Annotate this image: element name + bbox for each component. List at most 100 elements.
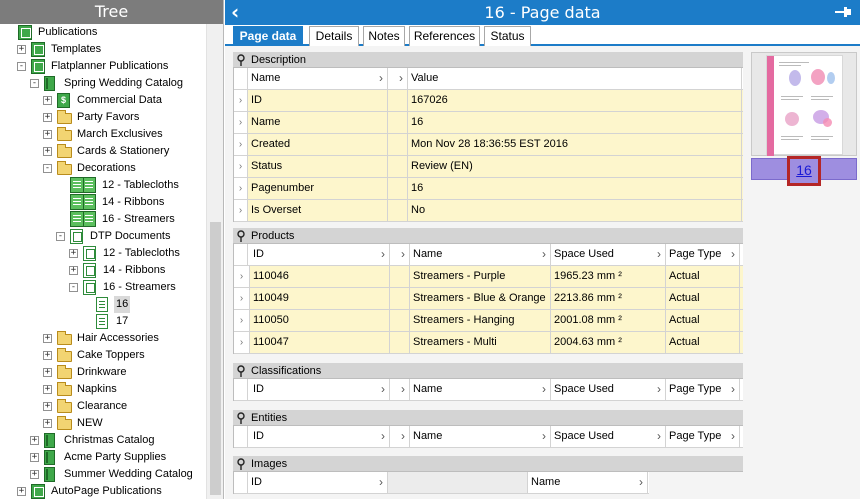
row-expand-icon[interactable]: › xyxy=(234,90,248,111)
expand-icon[interactable]: + xyxy=(43,385,52,394)
tree-item-commercial-data[interactable]: + $ Commercial Data xyxy=(0,92,206,109)
row-selector[interactable] xyxy=(234,68,248,89)
column-header-page-type[interactable]: Page Type xyxy=(666,426,740,447)
column-header-page-type[interactable]: Page Type xyxy=(666,379,740,400)
tree-item-autopage-publications[interactable]: + AutoPage Publications xyxy=(0,483,206,499)
row-expand-icon[interactable]: › xyxy=(234,134,248,155)
expand-icon[interactable]: + xyxy=(43,130,52,139)
column-header-name[interactable]: Name xyxy=(248,68,388,89)
column-header-id[interactable]: ID xyxy=(248,472,388,493)
tree-item-clearance[interactable]: + Clearance xyxy=(0,398,206,415)
pin-icon[interactable] xyxy=(236,54,246,66)
row-expand-icon[interactable]: › xyxy=(234,332,250,353)
column-header-spacer[interactable] xyxy=(390,426,410,447)
tree-item-spring-wedding-catalog[interactable]: - Spring Wedding Catalog xyxy=(0,75,206,92)
expand-icon[interactable]: + xyxy=(43,334,52,343)
pin-icon[interactable] xyxy=(834,5,852,19)
tree-item-napkins[interactable]: + Napkins xyxy=(0,381,206,398)
products-header[interactable]: Products xyxy=(233,228,743,244)
page-number-link[interactable]: 16 xyxy=(787,156,821,186)
expand-icon[interactable]: + xyxy=(17,487,26,496)
row-selector[interactable] xyxy=(234,379,248,400)
tree-item-16-streamers[interactable]: 16 - Streamers xyxy=(0,211,206,228)
column-header-value[interactable]: Value xyxy=(408,68,742,89)
product-row[interactable]: › 110047 Streamers - Multi 2004.63 mm ² Actu… xyxy=(234,332,743,354)
tree-item-party-favors[interactable]: + Party Favors xyxy=(0,109,206,126)
tree-item-march-exclusives[interactable]: + March Exclusives xyxy=(0,126,206,143)
column-header-spacer[interactable] xyxy=(390,379,410,400)
tab-references[interactable]: References xyxy=(409,26,480,46)
column-header-image[interactable] xyxy=(388,472,528,493)
expand-icon[interactable]: + xyxy=(30,453,39,462)
tree-item-dtp-12-tablecloths[interactable]: +12 - Tablecloths xyxy=(0,245,206,262)
column-header-spacer[interactable] xyxy=(388,68,408,89)
description-row[interactable]: › Pagenumber 16 xyxy=(234,178,743,200)
row-expand-icon[interactable]: › xyxy=(234,156,248,177)
tree-item-summer-wedding-catalog[interactable]: + Summer Wedding Catalog xyxy=(0,466,206,483)
tree-item-cake-toppers[interactable]: + Cake Toppers xyxy=(0,347,206,364)
column-header-space-used[interactable]: Space Used xyxy=(551,426,666,447)
expand-icon[interactable]: + xyxy=(43,368,52,377)
column-header-spacer[interactable] xyxy=(390,244,410,265)
row-expand-icon[interactable]: › xyxy=(234,112,248,133)
page-preview[interactable] xyxy=(751,52,857,156)
tree-item-14-ribbons[interactable]: 14 - Ribbons xyxy=(0,194,206,211)
description-row[interactable]: › Created Mon Nov 28 18:36:55 EST 2016 xyxy=(234,134,743,156)
tree-item-page-16[interactable]: 16 xyxy=(0,296,206,313)
row-selector[interactable] xyxy=(234,426,248,447)
expand-icon[interactable]: + xyxy=(30,436,39,445)
collapse-icon[interactable]: - xyxy=(43,164,52,173)
tree-item-cards-stationery[interactable]: + Cards & Stationery xyxy=(0,143,206,160)
description-header[interactable]: Description xyxy=(233,52,743,68)
page-thumbnail[interactable] xyxy=(766,55,843,156)
tree-item-acme-party-supplies[interactable]: + Acme Party Supplies xyxy=(0,449,206,466)
row-expand-icon[interactable]: › xyxy=(234,288,250,309)
column-header-id[interactable]: ID xyxy=(250,379,390,400)
row-expand-icon[interactable]: › xyxy=(234,200,248,221)
column-header-name[interactable]: Name xyxy=(528,472,648,493)
tree-item-new[interactable]: + NEW xyxy=(0,415,206,432)
expand-icon[interactable]: + xyxy=(30,470,39,479)
pin-icon[interactable] xyxy=(236,458,246,470)
tree-item-flatplanner-publications[interactable]: - Flatplanner Publications xyxy=(0,58,206,75)
tree-item-dtp-documents[interactable]: - DTP Documents xyxy=(0,228,206,245)
expand-icon[interactable]: + xyxy=(43,96,52,105)
expand-icon[interactable]: + xyxy=(43,402,52,411)
column-header-name[interactable]: Name xyxy=(410,244,551,265)
tree-item-publications[interactable]: Publications xyxy=(0,24,206,41)
tree-item-christmas-catalog[interactable]: + Christmas Catalog xyxy=(0,432,206,449)
column-header-space-used[interactable]: Space Used xyxy=(551,379,666,400)
column-header-name[interactable]: Name xyxy=(410,426,551,447)
pin-icon[interactable] xyxy=(236,365,246,377)
pin-icon[interactable] xyxy=(236,230,246,242)
column-header-space-used[interactable]: Space Used xyxy=(551,244,666,265)
pin-icon[interactable] xyxy=(236,412,246,424)
back-arrow-icon[interactable]: ‹ xyxy=(231,1,239,23)
expand-icon[interactable]: + xyxy=(69,249,78,258)
expand-icon[interactable]: + xyxy=(69,266,78,275)
product-row[interactable]: › 110050 Streamers - Hanging 2001.08 mm ² Ac… xyxy=(234,310,743,332)
row-selector[interactable] xyxy=(234,244,248,265)
column-header-id[interactable]: ID xyxy=(250,426,390,447)
tree-item-hair-accessories[interactable]: + Hair Accessories xyxy=(0,330,206,347)
collapse-icon[interactable]: - xyxy=(69,283,78,292)
collapse-icon[interactable]: - xyxy=(56,232,65,241)
tab-page-data[interactable]: Page data xyxy=(233,26,303,47)
description-row[interactable]: › Status Review (EN) xyxy=(234,156,743,178)
expand-icon[interactable]: + xyxy=(43,351,52,360)
row-expand-icon[interactable]: › xyxy=(234,178,248,199)
product-row[interactable]: › 110046 Streamers - Purple 1965.23 mm ² Act… xyxy=(234,266,743,288)
tab-details[interactable]: Details xyxy=(309,26,359,46)
tab-notes[interactable]: Notes xyxy=(363,26,405,46)
row-expand-icon[interactable]: › xyxy=(234,310,250,331)
tree-scrollbar[interactable] xyxy=(206,24,223,499)
expand-icon[interactable]: + xyxy=(43,419,52,428)
product-row[interactable]: › 110049 Streamers - Blue & Orange 2213.86 … xyxy=(234,288,743,310)
expand-icon[interactable]: + xyxy=(17,45,26,54)
tree-item-page-17[interactable]: 17 xyxy=(0,313,206,330)
collapse-icon[interactable]: - xyxy=(17,62,26,71)
entities-header[interactable]: Entities xyxy=(233,410,743,426)
tree-item-dtp-16-streamers[interactable]: - 16 - Streamers xyxy=(0,279,206,296)
tree-item-12-tablecloths[interactable]: 12 - Tablecloths xyxy=(0,177,206,194)
expand-icon[interactable]: + xyxy=(43,147,52,156)
